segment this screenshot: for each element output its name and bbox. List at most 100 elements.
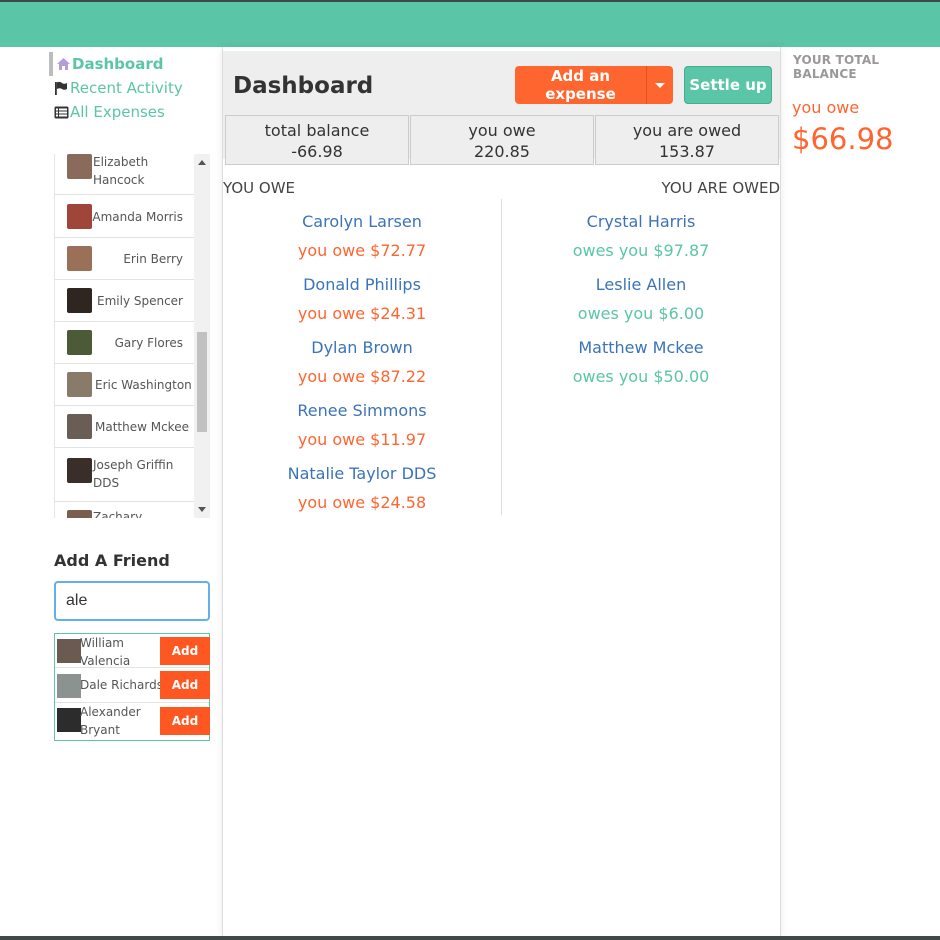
- owe-entry[interactable]: Carolyn Larsen you owe $72.77: [224, 212, 500, 261]
- stat-value: 153.87: [659, 142, 715, 161]
- add-friend-input[interactable]: [54, 581, 210, 621]
- friend-name: Joseph Griffin: [93, 458, 174, 472]
- owed-entry[interactable]: Matthew Mckee owes you $50.00: [503, 338, 779, 387]
- owe-entry[interactable]: Donald Phillips you owe $24.31: [224, 275, 500, 324]
- page-title: Dashboard: [233, 73, 374, 99]
- list-icon: [53, 104, 69, 120]
- friends-list[interactable]: Elizabeth Hancock Amanda Morris Erin Berr…: [54, 154, 210, 518]
- avatar: [67, 414, 92, 439]
- friend-name[interactable]: Carolyn Larsen: [224, 212, 500, 232]
- stat-value: 220.85: [474, 142, 530, 161]
- result-name: Valencia: [80, 654, 131, 668]
- scroll-down-icon[interactable]: [198, 507, 206, 512]
- owe-amount: you owe $24.58: [297, 493, 427, 512]
- you-are-owed-heading: YOU ARE OWED: [661, 179, 781, 197]
- owed-entry[interactable]: Crystal Harris owes you $97.87: [503, 212, 779, 261]
- scroll-up-icon[interactable]: [198, 160, 206, 165]
- add-friend-button[interactable]: Add: [160, 707, 210, 735]
- list-item[interactable]: Matthew Mckee: [55, 406, 195, 448]
- list-item[interactable]: Joseph Griffin DDS: [55, 448, 195, 502]
- total-balance-title: YOUR TOTAL BALANCE: [793, 53, 880, 81]
- stat-total-balance: total balance -66.98: [225, 115, 409, 165]
- friend-name: Eric Washington: [95, 377, 192, 392]
- add-friend-button[interactable]: Add: [160, 637, 210, 665]
- avatar: [67, 288, 92, 313]
- list-item[interactable]: Gary Flores: [55, 322, 195, 364]
- total-balance-label: you owe: [792, 98, 860, 117]
- friend-search-results: William Valencia Add Dale Richards Add Al…: [54, 633, 210, 741]
- friend-name[interactable]: Renee Simmons: [224, 401, 500, 421]
- top-navbar: [0, 0, 940, 47]
- owe-entry[interactable]: Renee Simmons you owe $11.97: [224, 401, 500, 450]
- avatar: [57, 674, 81, 698]
- sidebar-item-all-expenses[interactable]: All Expenses: [53, 100, 219, 124]
- list-item[interactable]: Amanda Morris: [55, 196, 195, 238]
- friend-name[interactable]: Donald Phillips: [224, 275, 500, 295]
- total-balance-amount: $66.98: [792, 122, 894, 156]
- you-owe-heading: YOU OWE: [223, 179, 296, 197]
- avatar: [67, 372, 92, 397]
- owe-amount: you owe $11.97: [297, 430, 427, 449]
- friend-name[interactable]: Leslie Allen: [503, 275, 779, 295]
- avatar: [67, 458, 92, 483]
- result-name: William: [80, 636, 124, 650]
- settle-up-button[interactable]: Settle up: [684, 66, 772, 104]
- list-item[interactable]: Elizabeth Hancock: [55, 154, 195, 195]
- flag-icon: [53, 80, 69, 96]
- friend-name: Zachary: [93, 510, 143, 518]
- search-result-row: William Valencia Add: [55, 634, 210, 668]
- result-name: Dale Richards: [80, 678, 163, 692]
- stat-title: you are owed: [632, 121, 742, 140]
- search-result-row: Alexander Bryant Add: [55, 703, 210, 737]
- list-item[interactable]: Erin Berry: [55, 238, 195, 280]
- list-item[interactable]: Zachary: [55, 502, 195, 518]
- friends-scrollbar[interactable]: [194, 154, 210, 518]
- add-expense-label: Add an expense: [545, 67, 616, 103]
- column-divider: [501, 199, 502, 515]
- list-item[interactable]: Emily Spencer: [55, 280, 195, 322]
- friend-name: Matthew Mckee: [95, 419, 189, 434]
- friend-name: Hancock: [93, 173, 145, 187]
- avatar: [57, 639, 81, 663]
- sidebar-item-label: Recent Activity: [70, 79, 183, 97]
- friend-name: Gary Flores: [114, 335, 183, 350]
- stat-you-are-owed: you are owed 153.87: [595, 115, 779, 165]
- scroll-thumb[interactable]: [197, 332, 207, 432]
- owed-entry[interactable]: Leslie Allen owes you $6.00: [503, 275, 779, 324]
- add-friend-title: Add A Friend: [54, 551, 170, 570]
- friend-name[interactable]: Matthew Mckee: [503, 338, 779, 358]
- sidebar-item-recent-activity[interactable]: Recent Activity: [53, 76, 219, 100]
- sidebar-item-dashboard[interactable]: Dashboard: [49, 52, 219, 76]
- chevron-down-icon[interactable]: [646, 66, 673, 104]
- avatar: [67, 510, 92, 518]
- sidebar-nav: Dashboard Recent Activity All Expenses: [49, 52, 219, 124]
- owe-amount: you owe $72.77: [297, 241, 427, 260]
- friend-name[interactable]: Dylan Brown: [224, 338, 500, 358]
- avatar: [57, 708, 81, 732]
- owed-amount: owes you $97.87: [572, 241, 710, 260]
- owed-amount: owes you $50.00: [572, 367, 710, 386]
- list-item[interactable]: Eric Washington: [55, 364, 195, 406]
- add-expense-button[interactable]: Add an expense: [515, 66, 673, 104]
- result-name: Bryant: [80, 723, 120, 737]
- owe-amount: you owe $87.22: [297, 367, 427, 386]
- stat-title: you owe: [468, 121, 536, 140]
- avatar: [67, 246, 92, 271]
- avatar: [67, 330, 92, 355]
- add-friend-button[interactable]: Add: [160, 671, 210, 699]
- sidebar-item-label: Dashboard: [72, 55, 164, 73]
- search-result-row: Dale Richards Add: [55, 669, 210, 703]
- friend-name: Emily Spencer: [97, 293, 183, 308]
- home-icon: [55, 56, 71, 72]
- friend-name[interactable]: Natalie Taylor DDS: [224, 464, 500, 484]
- friend-name: Elizabeth: [93, 155, 149, 169]
- friend-name: DDS: [93, 476, 120, 490]
- owe-entry[interactable]: Natalie Taylor DDS you owe $24.58: [224, 464, 500, 513]
- bottom-border: [0, 936, 940, 940]
- sidebar-item-label: All Expenses: [70, 103, 165, 121]
- stat-value: -66.98: [291, 142, 343, 161]
- friend-name[interactable]: Crystal Harris: [503, 212, 779, 232]
- owed-amount: owes you $6.00: [577, 304, 705, 323]
- owe-entry[interactable]: Dylan Brown you owe $87.22: [224, 338, 500, 387]
- owe-amount: you owe $24.31: [297, 304, 427, 323]
